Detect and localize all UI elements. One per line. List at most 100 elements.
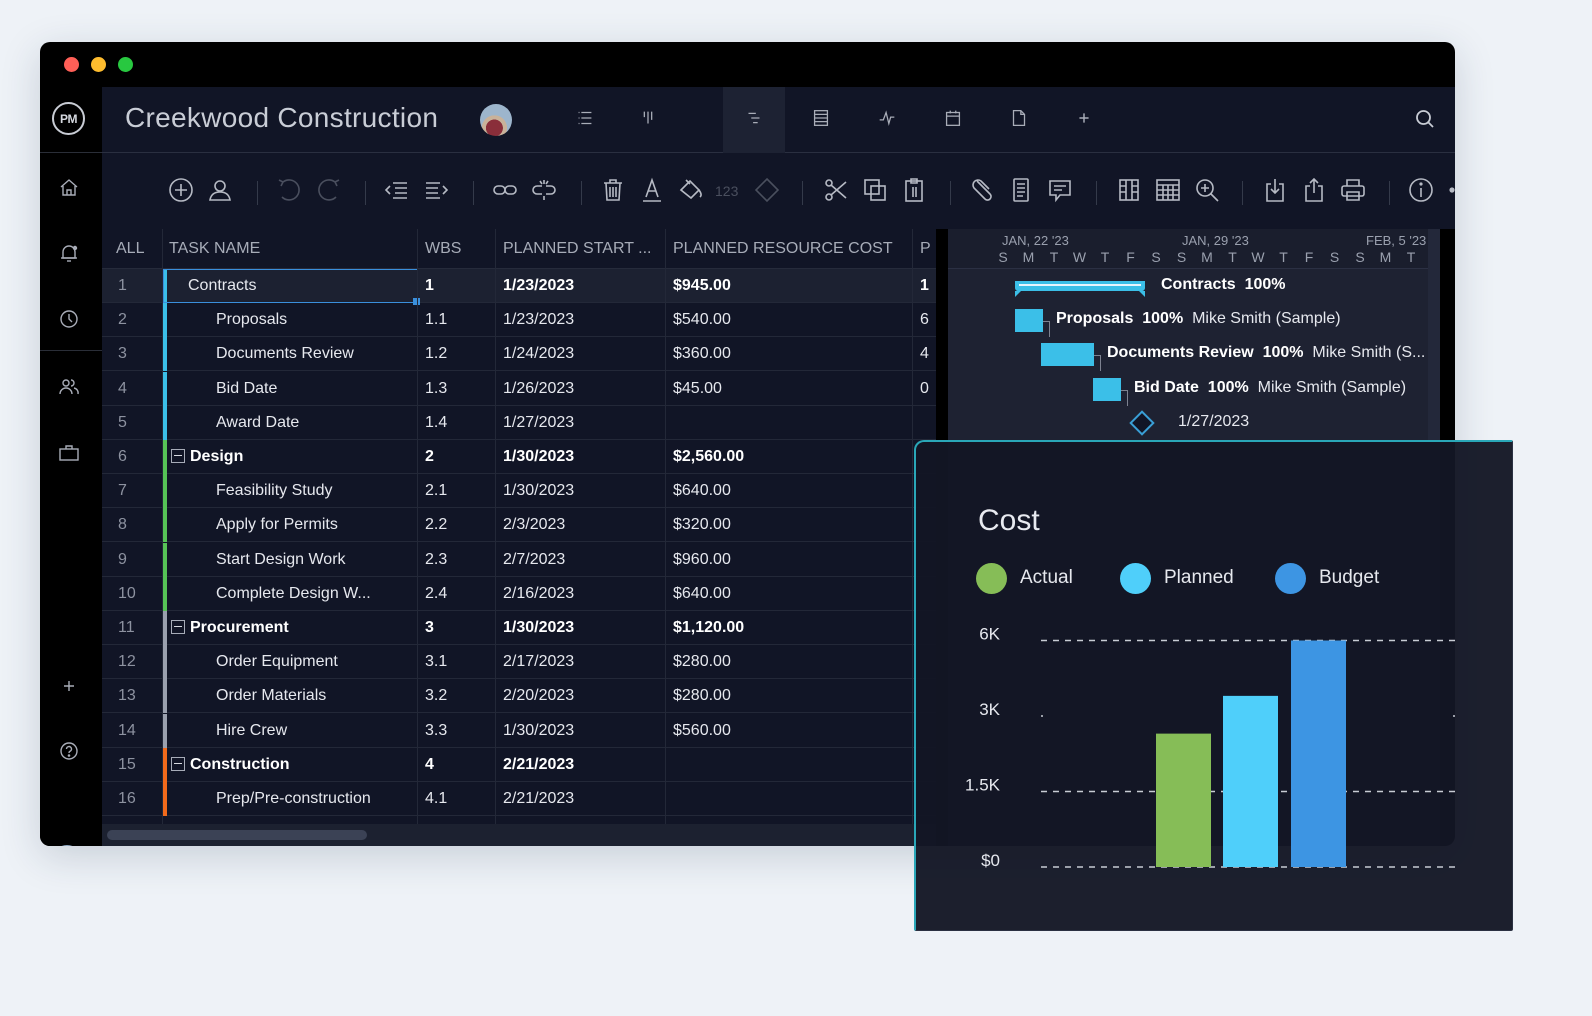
task-name-cell[interactable]: Construction <box>171 748 412 782</box>
gantt-task-bar[interactable] <box>1041 343 1094 367</box>
clock-icon[interactable] <box>57 307 81 331</box>
redo-button[interactable] <box>314 177 344 207</box>
more-button[interactable] <box>1445 177 1455 207</box>
gantt-view-tab[interactable] <box>723 87 785 153</box>
gantt-summary-bar[interactable] <box>1015 281 1145 297</box>
wbs-cell[interactable]: 4.1 <box>425 782 447 816</box>
planned-resource-cost-cell[interactable]: $320.00 <box>673 508 731 542</box>
planned-start-cell[interactable]: 1/24/2023 <box>503 337 574 371</box>
task-name-cell[interactable]: Documents Review <box>216 337 412 371</box>
board-view-tab[interactable] <box>617 87 679 153</box>
info-button[interactable] <box>1406 177 1436 207</box>
outdent-button[interactable] <box>382 177 412 207</box>
planned-start-cell[interactable]: 2/16/2023 <box>503 577 574 611</box>
attach-button[interactable] <box>967 177 997 207</box>
grid-button[interactable] <box>1153 177 1183 207</box>
table-row[interactable]: 14 Hire Crew 3.3 1/30/2023 $560.00 <box>102 713 936 748</box>
wbs-cell[interactable]: 4 <box>425 748 434 782</box>
planned-start-cell[interactable]: 1/26/2023 <box>503 372 574 406</box>
task-name-cell[interactable]: Hire Crew <box>216 714 412 748</box>
planned-start-cell[interactable]: 1/30/2023 <box>503 714 574 748</box>
text-format-button[interactable] <box>637 177 667 207</box>
planned-resource-cost-cell[interactable]: $640.00 <box>673 577 731 611</box>
table-row[interactable]: 15 Construction 4 2/21/2023 <box>102 747 936 782</box>
wbs-cell[interactable]: 2 <box>425 440 434 474</box>
assign-user-button[interactable] <box>205 177 235 207</box>
table-row[interactable]: 5 Award Date 1.4 1/27/2023 <box>102 405 936 440</box>
wbs-cell[interactable]: 2.3 <box>425 543 447 577</box>
delete-button[interactable] <box>598 177 628 207</box>
table-row[interactable]: 9 Start Design Work 2.3 2/7/2023 $960.00 <box>102 542 936 577</box>
column-header-p[interactable]: P <box>920 229 931 269</box>
task-name-cell[interactable]: Start Design Work <box>216 543 412 577</box>
wbs-cell[interactable]: 1.2 <box>425 337 447 371</box>
table-row[interactable]: 1 Contracts 1 1/23/2023 $945.00 1 <box>102 269 936 305</box>
calendar-view-tab[interactable] <box>922 87 984 153</box>
task-name-cell[interactable]: Order Materials <box>216 679 412 713</box>
add-task-button[interactable] <box>166 177 196 207</box>
minimize-window-button[interactable] <box>91 57 106 72</box>
planned-start-cell[interactable]: 2/3/2023 <box>503 508 565 542</box>
link-button[interactable] <box>490 177 520 207</box>
unlink-button[interactable] <box>529 177 559 207</box>
planned-start-cell[interactable]: 1/23/2023 <box>503 303 574 337</box>
column-header-planned-resource-cost[interactable]: PLANNED RESOURCE COST <box>673 229 893 269</box>
pm-logo[interactable]: PM <box>52 102 85 135</box>
search-button[interactable] <box>1413 107 1437 131</box>
column-header-task-name[interactable]: TASK NAME <box>169 229 260 269</box>
planned-start-cell[interactable]: 2/17/2023 <box>503 645 574 679</box>
horizontal-scrollbar[interactable] <box>102 824 936 846</box>
wbs-cell[interactable]: 3.3 <box>425 714 447 748</box>
task-name-cell[interactable]: Award Date <box>216 406 412 440</box>
planned-resource-cost-cell[interactable]: $360.00 <box>673 337 731 371</box>
gantt-task-bar[interactable] <box>1015 309 1043 333</box>
column-header-wbs[interactable]: WBS <box>425 229 461 269</box>
table-row[interactable]: 6 Design 2 1/30/2023 $2,560.00 <box>102 440 936 474</box>
comments-button[interactable] <box>1045 177 1075 207</box>
planned-start-cell[interactable]: 1/30/2023 <box>503 611 574 645</box>
wbs-cell[interactable]: 1.4 <box>425 406 447 440</box>
table-row[interactable]: 8 Apply for Permits 2.2 2/3/2023 $320.00 <box>102 508 936 543</box>
table-row[interactable]: 10 Complete Design W... 2.4 2/16/2023 $640.0… <box>102 576 936 611</box>
wbs-cell[interactable]: 3.1 <box>425 645 447 679</box>
column-header-all[interactable]: ALL <box>116 229 144 269</box>
planned-start-cell[interactable]: 2/21/2023 <box>503 748 574 782</box>
table-row[interactable]: 2 Proposals 1.1 1/23/2023 $540.00 6 <box>102 303 936 338</box>
planned-start-cell[interactable]: 1/23/2023 <box>503 269 574 303</box>
table-row[interactable]: 7 Feasibility Study 2.1 1/30/2023 $640.00 <box>102 474 936 509</box>
users-icon[interactable] <box>57 375 81 399</box>
files-view-tab[interactable] <box>988 87 1050 153</box>
planned-resource-cost-cell[interactable]: $560.00 <box>673 714 731 748</box>
p-cell[interactable]: 4 <box>920 337 929 371</box>
planned-start-cell[interactable]: 1/30/2023 <box>503 474 574 508</box>
gantt-task-bar[interactable] <box>1093 377 1121 401</box>
planned-resource-cost-cell[interactable]: $640.00 <box>673 474 731 508</box>
planned-resource-cost-cell[interactable]: $1,120.00 <box>673 611 744 645</box>
sheet-view-tab[interactable] <box>790 87 852 153</box>
table-row[interactable]: 3 Documents Review 1.2 1/24/2023 $360.00 4 <box>102 337 936 372</box>
cut-button[interactable] <box>821 177 851 207</box>
task-name-cell[interactable]: Bid Date <box>216 372 412 406</box>
task-name-cell[interactable]: Prep/Pre-construction <box>216 782 412 816</box>
dashboard-view-tab[interactable] <box>856 87 918 153</box>
task-name-cell[interactable]: Order Equipment <box>216 645 412 679</box>
indent-button[interactable] <box>421 177 451 207</box>
wbs-cell[interactable]: 3.2 <box>425 679 447 713</box>
table-row[interactable]: 12 Order Equipment 3.1 2/17/2023 $280.00 <box>102 645 936 680</box>
milestone-button[interactable] <box>752 177 782 207</box>
task-name-cell[interactable]: Complete Design W... <box>216 577 412 611</box>
task-name-cell[interactable]: Apply for Permits <box>216 508 412 542</box>
wbs-cell[interactable]: 2.2 <box>425 508 447 542</box>
p-cell[interactable]: 6 <box>920 303 929 337</box>
planned-resource-cost-cell[interactable]: $540.00 <box>673 303 731 337</box>
wbs-cell[interactable]: 1 <box>425 269 434 303</box>
plus-icon[interactable] <box>57 674 81 698</box>
task-name-cell[interactable]: Design <box>171 440 412 474</box>
p-cell[interactable]: 1 <box>920 269 929 303</box>
table-row[interactable]: 16 Prep/Pre-construction 4.1 2/21/2023 <box>102 782 936 816</box>
planned-resource-cost-cell[interactable]: $2,560.00 <box>673 440 744 474</box>
bar-actual[interactable] <box>1156 733 1211 867</box>
fill-color-button[interactable] <box>676 177 706 207</box>
zoom-button[interactable] <box>1192 177 1222 207</box>
columns-button[interactable] <box>1114 177 1144 207</box>
